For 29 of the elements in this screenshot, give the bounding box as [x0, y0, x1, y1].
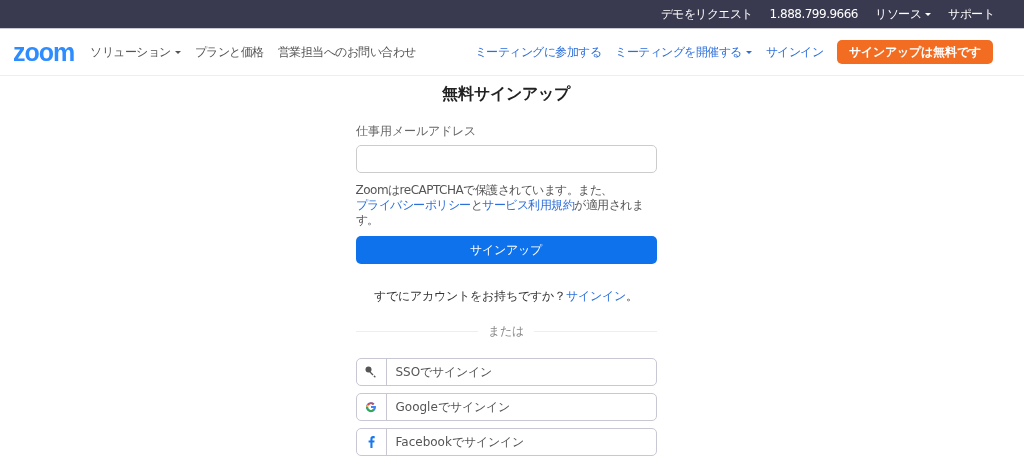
caret-icon [174, 50, 181, 54]
caret-icon [745, 50, 752, 54]
sso-button[interactable]: Facebookでサインイン [355, 428, 657, 456]
sso-button[interactable]: SSOでサインイン [355, 358, 657, 386]
facebook-icon [367, 436, 375, 448]
text-link[interactable]: サービス利用規約 [482, 198, 574, 212]
divider-label: または [488, 323, 524, 340]
field-label: 仕事用メールアドレス [355, 123, 477, 140]
sign-up-button[interactable]: サインアップ [355, 236, 657, 264]
nav-link[interactable]: 営業担当へのお問い合わせ [277, 43, 416, 61]
key-icon [365, 366, 377, 378]
text-link[interactable]: プライバシーポリシー [355, 198, 471, 212]
text-link[interactable]: サインイン [566, 289, 626, 303]
nav-link[interactable]: ミーティングを開催する [615, 43, 752, 61]
nav-link[interactable]: サポート [948, 5, 994, 23]
sso-button[interactable]: Googleでサインイン [355, 393, 657, 421]
nav-link[interactable]: デモをリクエスト [660, 5, 753, 23]
caret-icon [925, 12, 931, 16]
nav-link[interactable]: サインイン [765, 43, 823, 61]
google-icon [365, 401, 377, 413]
nav-link[interactable]: プランと価格 [194, 43, 264, 61]
nav-link[interactable]: ミーティングに参加する [474, 43, 601, 61]
nav-link[interactable]: リソース [875, 5, 931, 23]
nav-link[interactable]: ソリューション [90, 43, 181, 61]
page-title: 無料サインアップ [441, 84, 572, 105]
email-field[interactable] [355, 145, 657, 173]
nav-link[interactable]: 1.888.799.9666 [769, 5, 858, 23]
sign-in-prompt: すでにアカウントをお持ちですか？サインイン。 [373, 288, 639, 305]
recaptcha-notice: ZoomはreCAPTCHAで保護されています。また、 プライバシーポリシー とサービス利用規約が適用されます。 [355, 183, 644, 228]
